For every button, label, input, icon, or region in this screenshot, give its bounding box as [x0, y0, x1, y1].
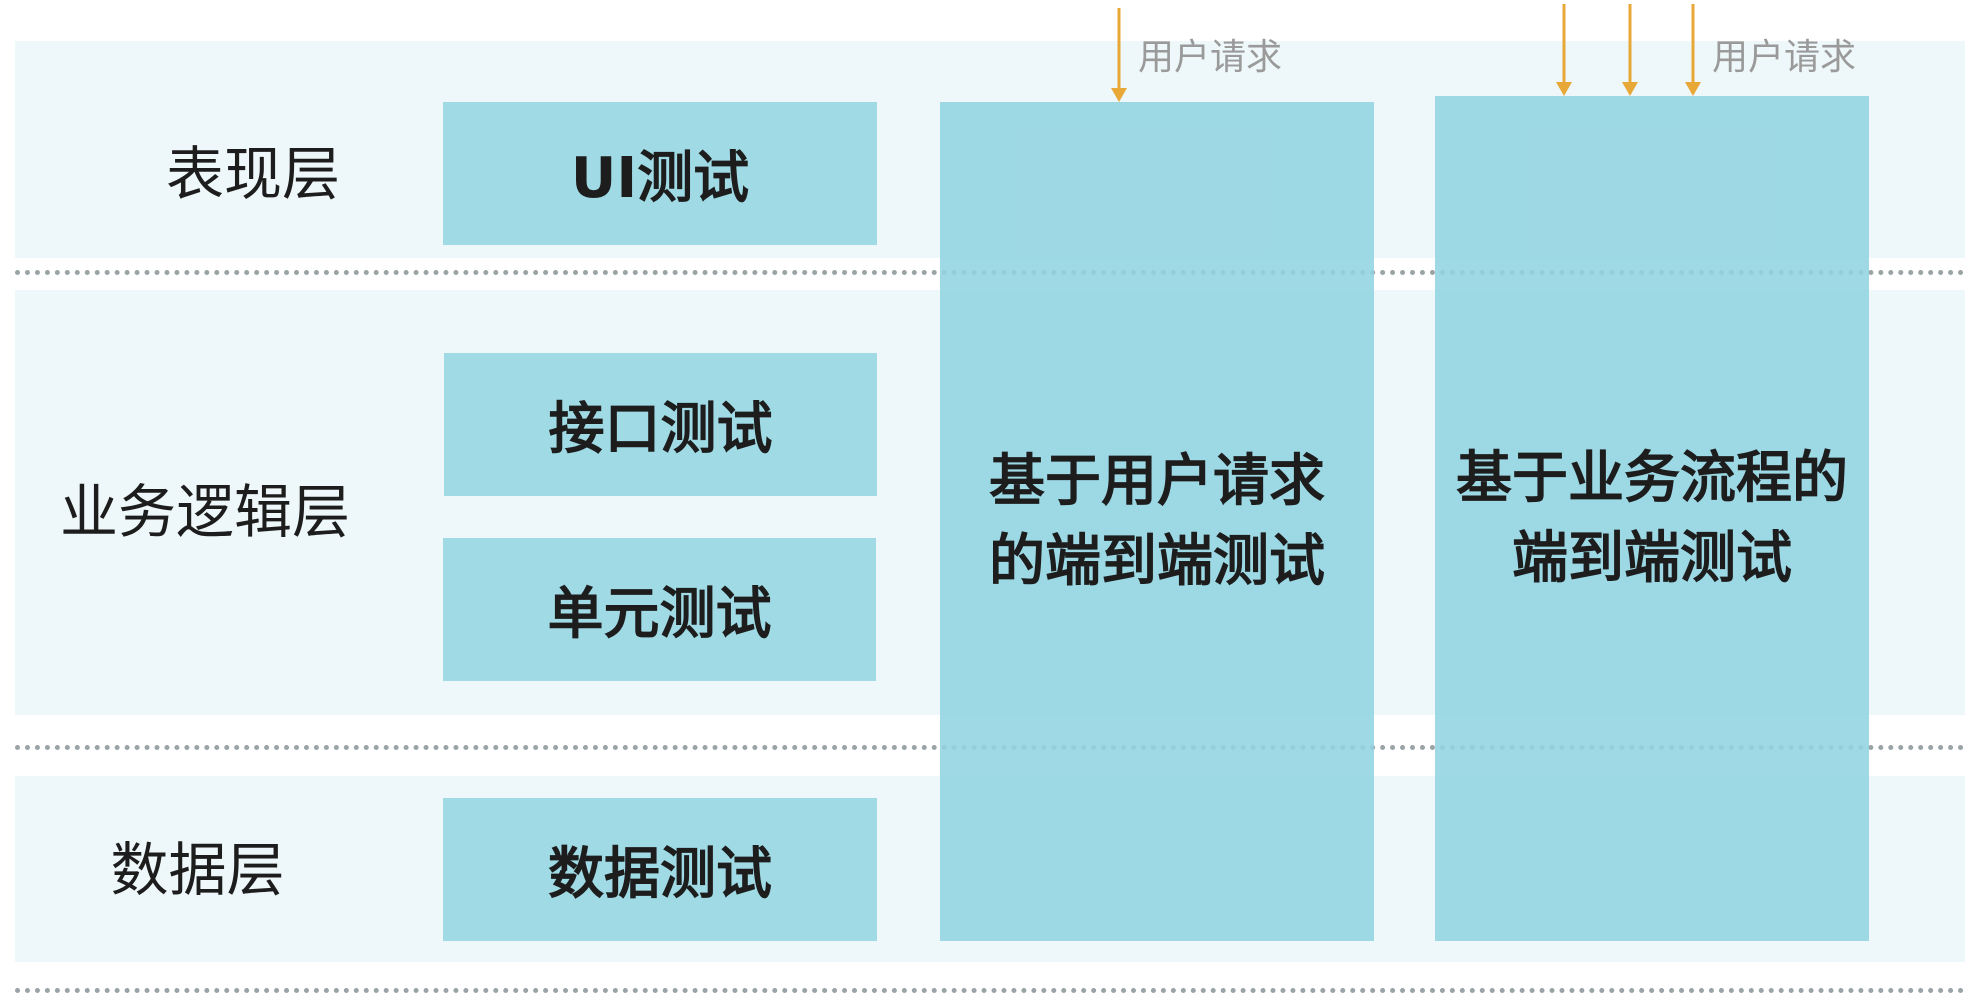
down-arrow-icon — [1685, 4, 1701, 96]
api-test-box: 接口测试 — [444, 353, 877, 496]
column-text-line: 基于用户请求 — [989, 448, 1325, 514]
layer-divider — [15, 988, 1965, 993]
ui-test-box: UI测试 — [443, 102, 877, 245]
layer-label-business-logic: 业务逻辑层 — [59, 478, 350, 546]
unit-test-box: 单元测试 — [443, 538, 876, 681]
user-request-label: 用户请求 — [1138, 37, 1283, 78]
user-request-label: 用户请求 — [1712, 37, 1857, 78]
e2e-business-flow-column: 基于业务流程的 端到端测试 — [1435, 96, 1869, 941]
column-text-line: 端到端测试 — [1512, 525, 1792, 591]
down-arrow-icon — [1111, 8, 1127, 102]
down-arrow-icon — [1622, 4, 1638, 96]
layer-label-data: 数据层 — [110, 836, 285, 904]
data-test-box: 数据测试 — [443, 798, 877, 941]
layer-label-presentation: 表现层 — [165, 140, 340, 208]
e2e-user-request-column: 基于用户请求 的端到端测试 — [940, 102, 1374, 941]
down-arrow-icon — [1556, 4, 1572, 96]
column-text-line: 的端到端测试 — [989, 528, 1325, 594]
column-text-line: 基于业务流程的 — [1456, 445, 1848, 511]
